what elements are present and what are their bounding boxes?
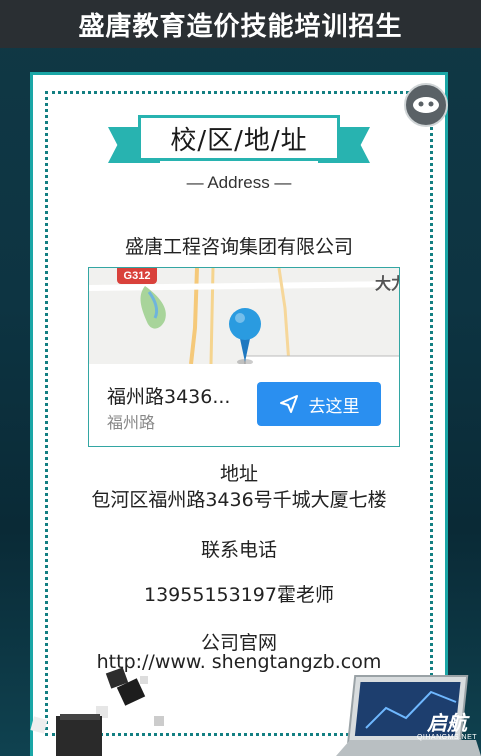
decorative-cubes bbox=[30, 668, 164, 756]
map-widget[interactable]: G312 大力 福州路3436... 福州路 去这里 bbox=[88, 267, 400, 447]
location-name: 福州路3436... bbox=[107, 386, 231, 408]
section-title: 校/区/地/址 bbox=[141, 118, 337, 158]
address-card: 校/区/地/址 — Address — 盛唐工程咨询集团有限公司 G312 大力 bbox=[30, 72, 448, 756]
badge-icon bbox=[404, 83, 448, 127]
phone-label: 联系电话 bbox=[200, 539, 277, 561]
map-corner-label: 大力 bbox=[374, 274, 399, 293]
ribbon-center: 校/区/地/址 bbox=[138, 115, 340, 161]
road-badge: G312 bbox=[117, 268, 157, 284]
mask-icon bbox=[413, 97, 439, 113]
map-view[interactable]: G312 大力 bbox=[89, 268, 399, 364]
watermark: 启航 QIHANGMS.NET bbox=[414, 712, 480, 748]
watermark-brand: 启航 bbox=[427, 711, 467, 735]
phone-value[interactable]: 13955153197霍老师 bbox=[33, 580, 445, 607]
section-subtitle: — Address — bbox=[186, 173, 292, 192]
location-pin-icon bbox=[229, 308, 261, 364]
company-name: 盛唐工程咨询集团有限公司 bbox=[124, 236, 353, 258]
location-info: 福州路3436... 福州路 去这里 bbox=[89, 364, 399, 446]
location-subtitle: 福州路 bbox=[107, 413, 156, 432]
address-label: 地址 bbox=[219, 463, 258, 485]
page-title: 盛唐教育造价技能培训招生 bbox=[78, 11, 403, 42]
go-here-label: 去这里 bbox=[308, 396, 360, 417]
header-bar: 盛唐教育造价技能培训招生 bbox=[0, 0, 481, 48]
road-badge-label: G312 bbox=[123, 270, 151, 282]
watermark-sub: QIHANGMS.NET bbox=[416, 734, 478, 741]
go-here-button[interactable]: 去这里 bbox=[257, 382, 381, 426]
address-value: 包河区福州路3436号千城大厦七楼 bbox=[91, 489, 387, 511]
section-ribbon: 校/区/地/址 bbox=[108, 115, 370, 175]
send-arrow-icon bbox=[279, 395, 298, 413]
